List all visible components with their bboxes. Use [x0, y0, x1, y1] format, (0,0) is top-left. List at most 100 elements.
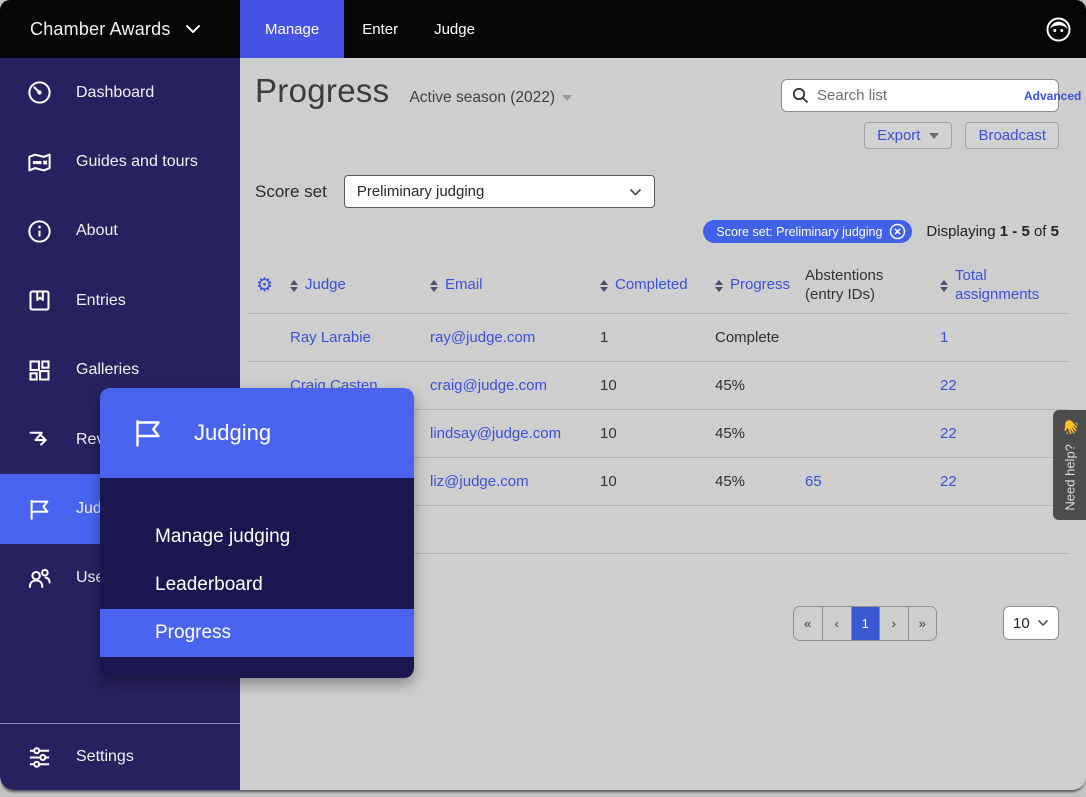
- column-header-judge[interactable]: Judge: [280, 258, 420, 313]
- progress-cell: 45%: [705, 458, 795, 505]
- sidebar-item-label: About: [76, 222, 118, 240]
- info-icon: [26, 217, 54, 245]
- users-icon: [26, 564, 54, 592]
- season-selector[interactable]: Active season (2022): [409, 89, 572, 107]
- need-help-label: Need help?: [1062, 444, 1077, 511]
- completed-cell: 1: [590, 314, 705, 361]
- abstentions-cell: [795, 362, 930, 409]
- total-assignments-link[interactable]: [930, 506, 1070, 553]
- sort-icon: [715, 280, 723, 292]
- pagination: « ‹ 1 › »: [793, 606, 938, 641]
- topbar: Chamber Awards Manage Enter Judge: [0, 0, 1086, 58]
- dashboard-icon: [26, 79, 54, 107]
- sidebar-item-settings[interactable]: Settings: [0, 724, 240, 790]
- topbar-tabs: Manage Enter Judge: [240, 0, 493, 58]
- score-set-value: Preliminary judging: [357, 183, 485, 200]
- column-header-abstentions: Abstentions (entry IDs): [795, 258, 930, 313]
- broadcast-button-label: Broadcast: [978, 127, 1046, 144]
- review-arrow-icon: [26, 426, 54, 454]
- tab-manage[interactable]: Manage: [240, 0, 344, 58]
- flyout-body: Manage judging Leaderboard Progress: [100, 478, 414, 678]
- completed-cell: [590, 506, 705, 553]
- pagination-first-button[interactable]: «: [794, 607, 823, 640]
- table-header-row: ⚙ Judge Email Completed: [248, 258, 1070, 313]
- page-title: Progress: [255, 72, 389, 110]
- judge-email-link[interactable]: craig@judge.com: [420, 362, 590, 409]
- waving-hand-icon: 👋: [1062, 419, 1078, 436]
- search-box: Advanced: [781, 79, 1059, 112]
- account-avatar-icon[interactable]: [1045, 0, 1072, 58]
- pagination-prev-button[interactable]: ‹: [822, 607, 851, 640]
- flyout-item-leaderboard[interactable]: Leaderboard: [100, 561, 414, 609]
- broadcast-button[interactable]: Broadcast: [965, 122, 1059, 149]
- brand-menu[interactable]: Chamber Awards: [0, 0, 240, 58]
- export-button-label: Export: [877, 127, 920, 144]
- brand-label: Chamber Awards: [30, 19, 171, 40]
- pagination-page-1-button[interactable]: 1: [851, 607, 880, 640]
- completed-cell: 10: [590, 458, 705, 505]
- column-header-completed[interactable]: Completed: [590, 258, 705, 313]
- score-set-select[interactable]: Preliminary judging: [344, 175, 655, 208]
- judge-email-link[interactable]: liz@judge.com: [420, 458, 590, 505]
- abstentions-cell: [795, 506, 930, 553]
- completed-cell: 10: [590, 410, 705, 457]
- judge-email-link[interactable]: lindsay@judge.com: [420, 410, 590, 457]
- flag-icon: [130, 415, 166, 451]
- judge-email-link[interactable]: ray@judge.com: [420, 314, 590, 361]
- filter-chip-label: Score set: Preliminary judging: [716, 225, 882, 239]
- total-assignments-link[interactable]: 22: [930, 458, 1070, 505]
- flyout-header-judging[interactable]: Judging: [100, 388, 414, 478]
- sidebar-item-entries[interactable]: Entries: [0, 266, 240, 335]
- need-help-tab[interactable]: Need help? 👋: [1053, 410, 1086, 520]
- table-row: Ray Larabie ray@judge.com 1 Complete 1: [248, 313, 1070, 361]
- progress-cell: Complete: [705, 314, 795, 361]
- total-assignments-link[interactable]: 22: [930, 410, 1070, 457]
- sidebar-item-label: Settings: [76, 748, 134, 766]
- tab-judge[interactable]: Judge: [416, 0, 493, 58]
- caret-down-icon: [929, 133, 939, 139]
- column-header-progress[interactable]: Progress: [705, 258, 795, 313]
- sort-icon: [940, 280, 948, 292]
- progress-cell: [705, 506, 795, 553]
- score-set-label: Score set: [255, 182, 327, 202]
- flag-icon: [26, 495, 54, 523]
- progress-cell: 45%: [705, 410, 795, 457]
- flyout-item-manage-judging[interactable]: Manage judging: [100, 513, 414, 561]
- filter-chip[interactable]: Score set: Preliminary judging: [703, 220, 912, 243]
- page-size-value: 10: [1013, 615, 1030, 632]
- sort-icon: [430, 280, 438, 292]
- search-input[interactable]: [817, 87, 1016, 104]
- sidebar-item-label: Entries: [76, 292, 126, 310]
- chevron-down-icon: [185, 24, 201, 34]
- page-size-select[interactable]: 10: [1003, 606, 1059, 640]
- export-button[interactable]: Export: [864, 122, 952, 149]
- completed-cell: 10: [590, 362, 705, 409]
- bookmark-icon: [26, 287, 54, 315]
- sidebar-footer: Settings: [0, 723, 240, 790]
- column-header-email[interactable]: Email: [420, 258, 590, 313]
- sort-icon: [290, 280, 298, 292]
- advanced-search-link[interactable]: Advanced: [1024, 89, 1081, 103]
- abstentions-cell: [795, 314, 930, 361]
- column-header-total-assignments[interactable]: Total assignments: [930, 258, 1070, 313]
- total-assignments-link[interactable]: 1: [930, 314, 1070, 361]
- pagination-next-button[interactable]: ›: [879, 607, 908, 640]
- chip-close-icon[interactable]: [889, 223, 906, 240]
- abstentions-cell: [795, 410, 930, 457]
- sidebar-item-guides-and-tours[interactable]: Guides and tours: [0, 127, 240, 196]
- sort-icon: [600, 280, 608, 292]
- sidebar-item-dashboard[interactable]: Dashboard: [0, 58, 240, 127]
- flyout-item-progress[interactable]: Progress: [100, 609, 414, 657]
- total-assignments-link[interactable]: 22: [930, 362, 1070, 409]
- sidebar-item-label: Dashboard: [76, 84, 154, 102]
- progress-cell: 45%: [705, 362, 795, 409]
- tab-enter[interactable]: Enter: [344, 0, 416, 58]
- judge-name-link[interactable]: Ray Larabie: [280, 314, 420, 361]
- judging-flyout-menu: Judging Manage judging Leaderboard Progr…: [100, 388, 414, 678]
- displaying-text: Displaying 1 - 5 of 5: [926, 223, 1059, 240]
- flyout-title: Judging: [194, 420, 271, 446]
- pagination-last-button[interactable]: »: [908, 607, 937, 640]
- table-settings-gear-icon[interactable]: ⚙: [256, 276, 273, 295]
- judge-email-link[interactable]: [420, 506, 590, 553]
- sidebar-item-about[interactable]: About: [0, 197, 240, 266]
